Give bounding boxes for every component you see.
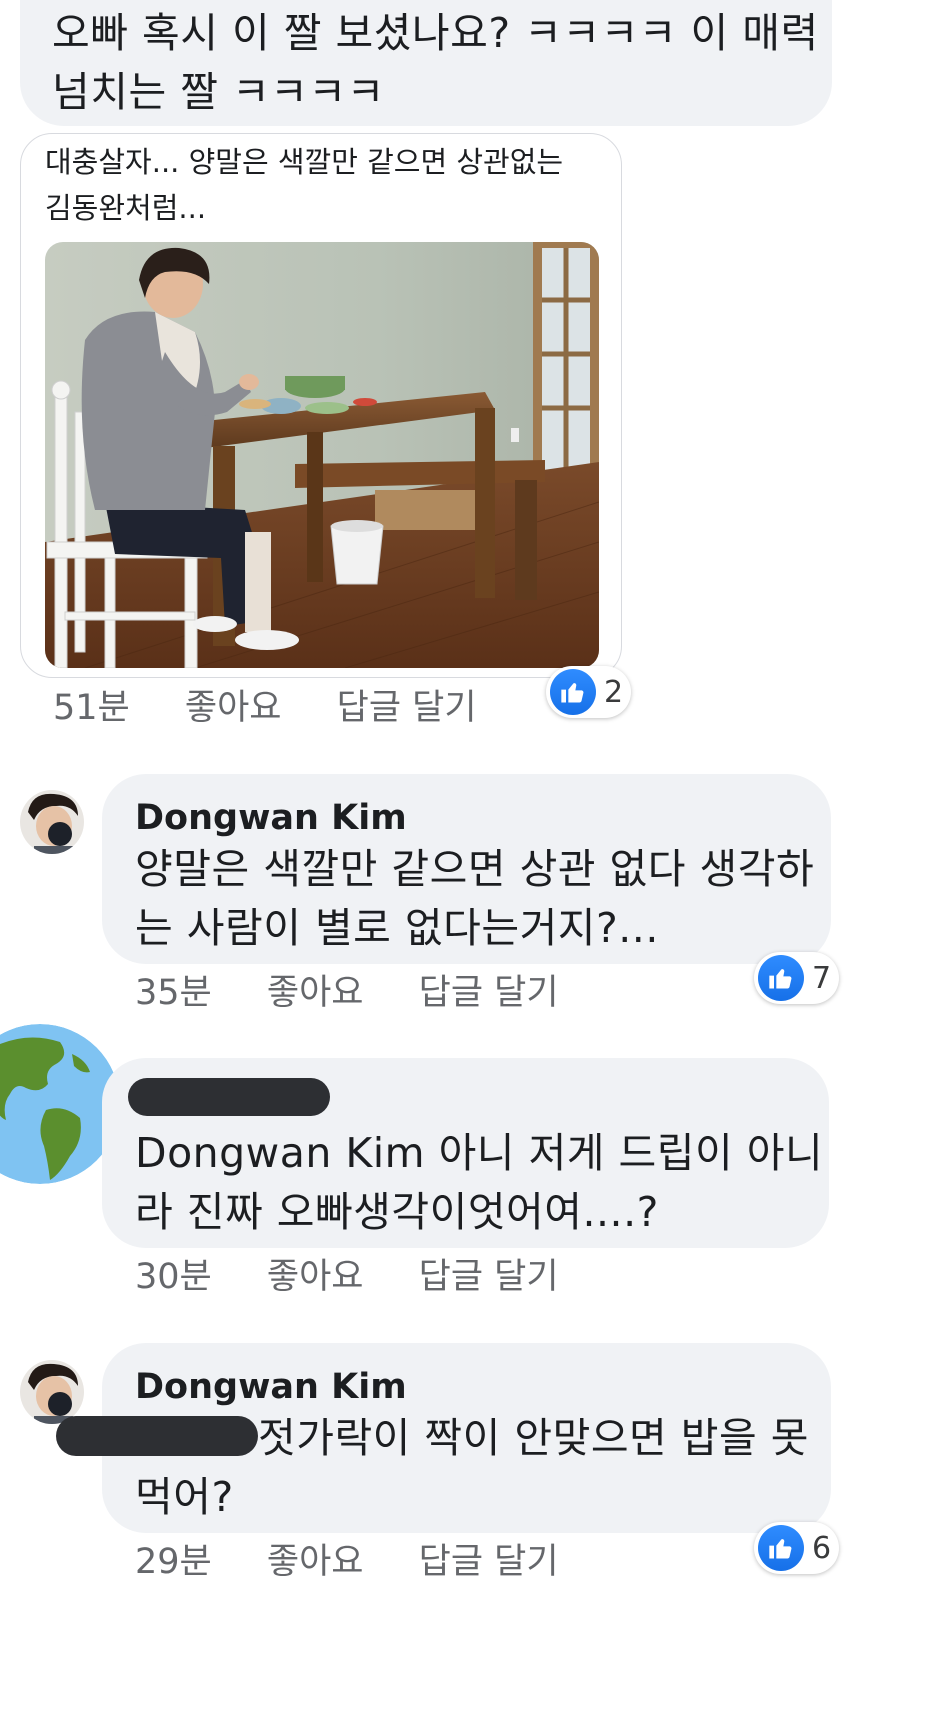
comment-author[interactable]: Dongwan Kim bbox=[135, 798, 407, 838]
like-button[interactable]: 좋아요 bbox=[267, 1257, 364, 1297]
reaction-summary[interactable]: 7 bbox=[754, 952, 840, 1004]
redacted-author-name bbox=[128, 1078, 330, 1116]
thumbs-up-icon bbox=[758, 1525, 804, 1571]
comment-timestamp[interactable]: 51분 bbox=[53, 688, 130, 728]
comment-text-line: 양말은 색깔만 같으면 상관 없다 생각하 bbox=[135, 845, 815, 893]
comment-text-line: 젓가락이 짝이 안맞으면 밥을 못 bbox=[258, 1414, 809, 1462]
profile-photo-avatar[interactable] bbox=[20, 790, 84, 854]
comment-meta: 35분 좋아요 답글 달기 bbox=[135, 973, 559, 1013]
comment-text-line: 먹어? bbox=[135, 1473, 234, 1521]
redacted-mention bbox=[56, 1416, 258, 1456]
comment-text-line: 는 사람이 별로 없다는거지?... bbox=[135, 904, 659, 952]
comment-author[interactable]: Dongwan Kim bbox=[135, 1367, 407, 1407]
reply-button[interactable]: 답글 달기 bbox=[419, 973, 559, 1013]
comment-timestamp[interactable]: 29분 bbox=[135, 1542, 212, 1582]
comment-meta: 29분 좋아요 답글 달기 bbox=[135, 1542, 559, 1582]
like-button[interactable]: 좋아요 bbox=[185, 688, 282, 728]
reaction-summary[interactable]: 2 bbox=[546, 666, 632, 718]
comment-text-line: 오빠 혹시 이 짤 보셨나요? ㅋㅋㅋㅋ 이 매력 bbox=[52, 9, 819, 57]
comment-meta: 51분 좋아요 답글 달기 bbox=[53, 688, 477, 728]
comment-text-line: 라 진짜 오빠생각이엇어여....? bbox=[135, 1188, 659, 1236]
comment-timestamp[interactable]: 35분 bbox=[135, 973, 212, 1013]
shared-post-card[interactable]: 대충살자... 양말은 색깔만 같으면 상관없는 김동완처럼... bbox=[20, 133, 622, 678]
reply-button[interactable]: 답글 달기 bbox=[419, 1542, 559, 1582]
reaction-count: 2 bbox=[604, 674, 624, 710]
comment-bubble: Dongwan Kim 아니 저게 드립이 아니 라 진짜 오빠생각이엇어여..… bbox=[102, 1058, 829, 1248]
comment-bubble: 오빠 혹시 이 짤 보셨나요? ㅋㅋㅋㅋ 이 매력 넘치는 짤 ㅋㅋㅋㅋ bbox=[20, 0, 832, 126]
profile-photo-avatar[interactable] bbox=[20, 1360, 84, 1424]
reaction-count: 7 bbox=[812, 960, 832, 996]
comment-bubble: Dongwan Kim 양말은 색깔만 같으면 상관 없다 생각하 는 사람이 … bbox=[102, 774, 831, 964]
reply-button[interactable]: 답글 달기 bbox=[337, 688, 477, 728]
shared-photo[interactable] bbox=[45, 242, 599, 668]
reply-button[interactable]: 답글 달기 bbox=[419, 1257, 559, 1297]
reaction-count: 6 bbox=[812, 1530, 832, 1566]
comment-text-line: Dongwan Kim 아니 저게 드립이 아니 bbox=[135, 1129, 824, 1177]
like-button[interactable]: 좋아요 bbox=[267, 1542, 364, 1582]
comment-meta: 30분 좋아요 답글 달기 bbox=[135, 1257, 559, 1297]
shared-post-text: 김동완처럼... bbox=[45, 191, 207, 225]
shared-post-text: 대충살자... 양말은 색깔만 같으면 상관없는 bbox=[45, 145, 564, 179]
comment-text-line: 넘치는 짤 ㅋㅋㅋㅋ bbox=[52, 68, 385, 116]
thumbs-up-icon bbox=[550, 669, 596, 715]
thumbs-up-icon bbox=[758, 955, 804, 1001]
like-button[interactable]: 좋아요 bbox=[267, 973, 364, 1013]
comment-timestamp[interactable]: 30분 bbox=[135, 1257, 212, 1297]
reaction-summary[interactable]: 6 bbox=[754, 1522, 840, 1574]
